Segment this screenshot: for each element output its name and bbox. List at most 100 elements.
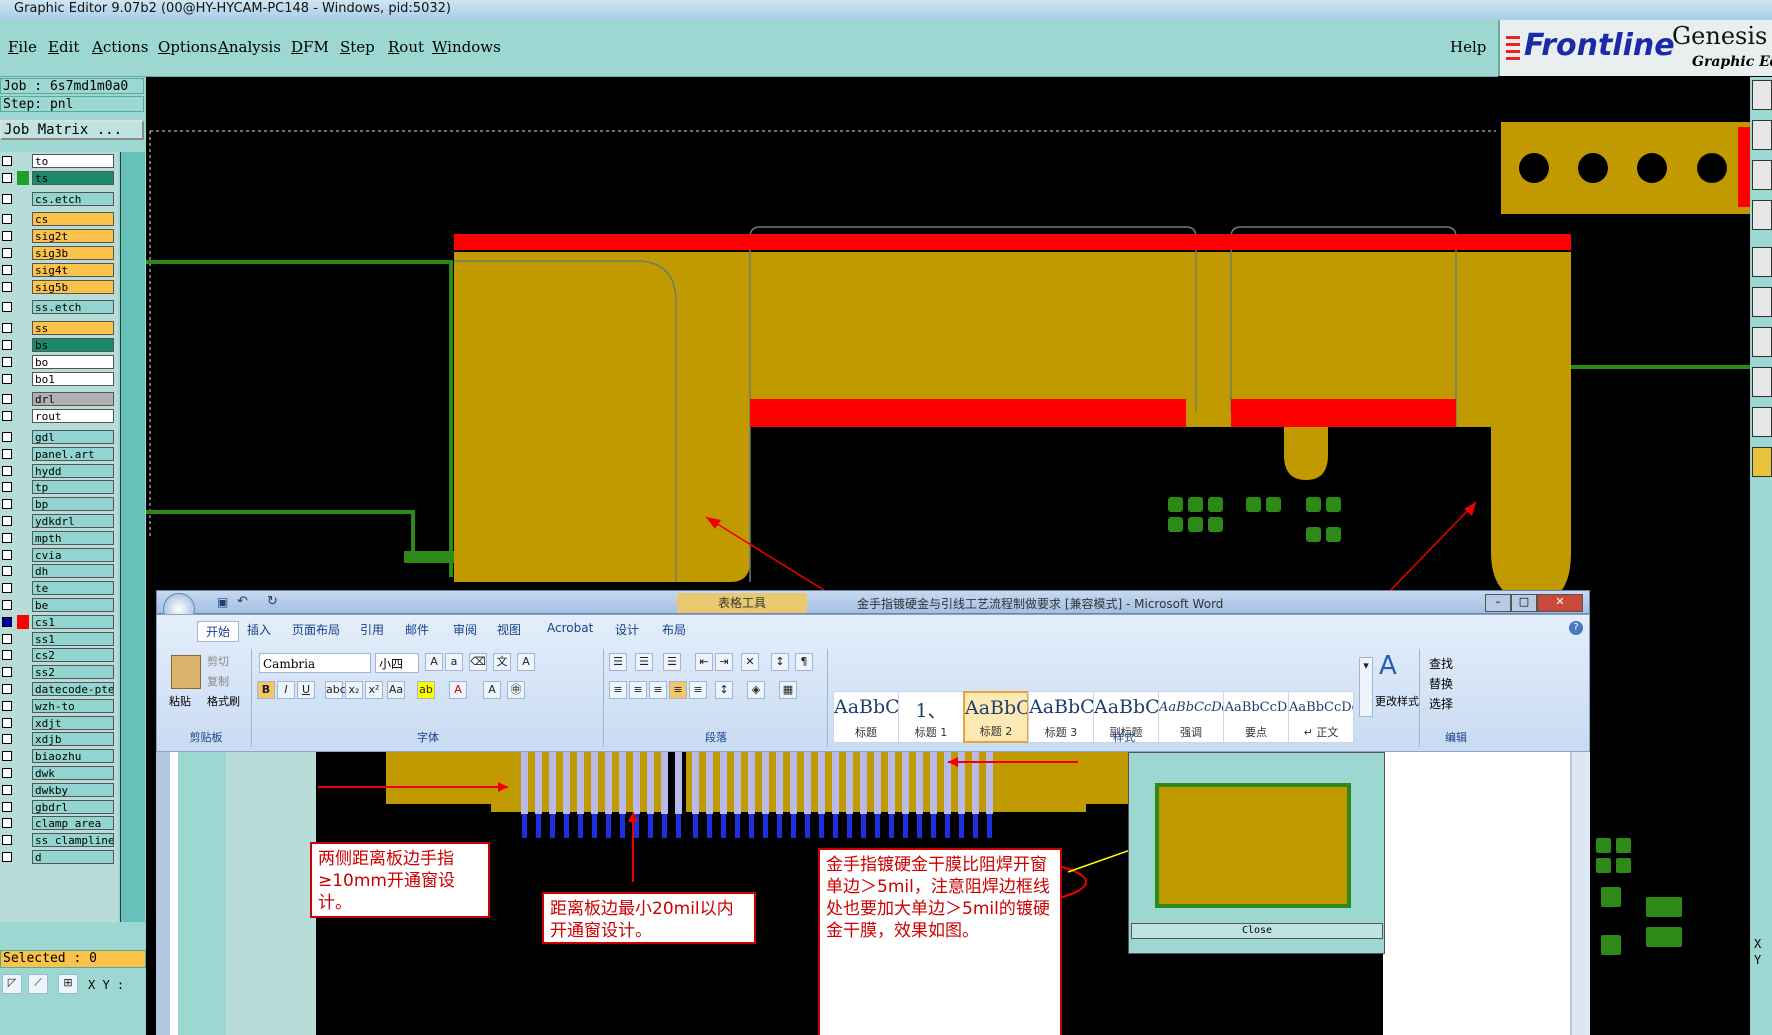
- layer-checkbox[interactable]: [2, 751, 12, 762]
- layer-name[interactable]: sig2t: [32, 229, 114, 244]
- layer-name[interactable]: datecode-pte: [32, 682, 114, 696]
- layer-row[interactable]: cvia: [0, 547, 118, 562]
- ribbon-tab[interactable]: 视图: [497, 621, 521, 638]
- layer-color-swatch[interactable]: [17, 564, 29, 578]
- styles-scroll[interactable]: ▾: [1359, 657, 1373, 717]
- layer-name[interactable]: mpth: [32, 530, 114, 545]
- borders-icon[interactable]: ▦: [779, 681, 797, 699]
- layer-checkbox[interactable]: [2, 499, 12, 510]
- layer-row[interactable]: ss_clampline: [0, 833, 118, 848]
- layer-checkbox[interactable]: [2, 650, 12, 661]
- menu-step[interactable]: Step: [340, 38, 375, 56]
- layer-checkbox[interactable]: [2, 532, 12, 543]
- layer-color-swatch[interactable]: [17, 372, 29, 386]
- layer-color-swatch[interactable]: [17, 699, 29, 713]
- layer-color-swatch[interactable]: [17, 154, 29, 168]
- layer-row[interactable]: sig2t: [0, 229, 118, 244]
- layer-checkbox[interactable]: [2, 600, 12, 610]
- layer-name[interactable]: sig3b: [32, 246, 114, 260]
- justify-icon[interactable]: ≡: [669, 681, 687, 699]
- layer-name[interactable]: dh: [32, 564, 114, 579]
- layer-name[interactable]: bo: [32, 354, 114, 369]
- tool-icon-3[interactable]: [1752, 160, 1772, 190]
- layer-checkbox[interactable]: [2, 302, 12, 313]
- ribbon-tab[interactable]: 开始: [197, 621, 240, 642]
- layer-color-swatch[interactable]: [17, 212, 29, 226]
- layer-row[interactable]: to: [0, 154, 118, 168]
- inset-close-button[interactable]: Close: [1131, 923, 1383, 939]
- select-button[interactable]: 选择: [1429, 695, 1453, 712]
- layer-color-swatch[interactable]: [17, 192, 29, 206]
- layer-color-swatch[interactable]: [17, 648, 29, 662]
- tool-icon-7[interactable]: [1752, 327, 1772, 357]
- layer-name[interactable]: biaozhu: [32, 749, 114, 764]
- layer-row[interactable]: bo: [0, 354, 118, 369]
- layer-row[interactable]: xdjt: [0, 715, 118, 730]
- layer-checkbox[interactable]: [2, 700, 12, 711]
- change-styles-icon[interactable]: A: [1379, 651, 1397, 681]
- layer-name[interactable]: ydkdrl: [32, 514, 114, 528]
- layer-row[interactable]: d: [0, 850, 118, 864]
- layer-color-swatch[interactable]: [17, 246, 29, 260]
- menu-edit[interactable]: Edit: [48, 38, 79, 56]
- layer-checkbox[interactable]: [2, 214, 12, 225]
- maximize-button[interactable]: □: [1511, 594, 1537, 612]
- layer-row[interactable]: cs.etch: [0, 191, 118, 206]
- layer-row[interactable]: cs: [0, 212, 118, 227]
- grow-font-icon[interactable]: A: [425, 653, 443, 671]
- layer-color-swatch[interactable]: [17, 497, 29, 511]
- layer-row[interactable]: rout: [0, 409, 118, 424]
- layer-name[interactable]: be: [32, 598, 114, 612]
- layer-row[interactable]: te: [0, 581, 118, 596]
- menu-rout[interactable]: Rout: [388, 38, 424, 56]
- ribbon-tab[interactable]: 布局: [662, 621, 686, 638]
- layer-row[interactable]: sig5b: [0, 279, 118, 294]
- layer-name[interactable]: cvia: [32, 547, 114, 562]
- layer-checkbox[interactable]: [2, 633, 12, 644]
- tool-icon-6[interactable]: [1752, 287, 1772, 317]
- layer-checkbox[interactable]: [2, 432, 12, 442]
- underline-icon[interactable]: U: [297, 681, 315, 699]
- layer-row[interactable]: cs2: [0, 648, 118, 663]
- menu-windows[interactable]: Windows: [432, 38, 501, 56]
- line-spacing-icon[interactable]: ↕: [715, 681, 733, 699]
- layer-name[interactable]: cs.etch: [32, 191, 114, 206]
- copy-button[interactable]: 复制: [207, 673, 229, 689]
- strikethrough-icon[interactable]: abc: [325, 681, 346, 699]
- layer-name[interactable]: bo1: [32, 371, 114, 386]
- layer-color-swatch[interactable]: [17, 581, 29, 595]
- menu-help[interactable]: Help: [1450, 38, 1486, 56]
- layer-name[interactable]: cs1: [32, 614, 114, 629]
- layer-name[interactable]: ts: [32, 170, 114, 185]
- layer-name[interactable]: cs2: [32, 648, 114, 663]
- layer-color-swatch[interactable]: [17, 447, 29, 461]
- ribbon-tab[interactable]: 页面布局: [292, 621, 340, 638]
- layer-name[interactable]: xdjt: [32, 715, 114, 730]
- layer-row[interactable]: drl: [0, 392, 118, 407]
- layer-color-swatch[interactable]: [17, 321, 29, 335]
- layer-row[interactable]: panel.art: [0, 446, 118, 461]
- layer-checkbox[interactable]: [2, 801, 12, 812]
- paste-button[interactable]: 粘贴: [169, 693, 191, 709]
- layer-color-swatch[interactable]: [17, 300, 29, 314]
- layer-name[interactable]: ss2: [32, 665, 114, 680]
- layer-name[interactable]: dwkby: [32, 782, 114, 797]
- layer-name[interactable]: ss.etch: [32, 300, 114, 315]
- asian-layout-icon[interactable]: ✕: [741, 653, 759, 671]
- menu-analysis[interactable]: Analysis: [218, 38, 281, 56]
- layer-color-swatch[interactable]: [17, 800, 29, 814]
- layer-row[interactable]: tp: [0, 480, 118, 495]
- minimize-button[interactable]: –: [1485, 594, 1511, 612]
- layer-checkbox[interactable]: [2, 482, 12, 493]
- layer-checkbox[interactable]: [2, 516, 12, 526]
- superscript-icon[interactable]: x²: [365, 681, 383, 699]
- layer-row[interactable]: be: [0, 598, 118, 612]
- layer-row[interactable]: dwk: [0, 766, 118, 780]
- layer-name[interactable]: panel.art: [32, 446, 114, 461]
- layer-checkbox[interactable]: [2, 193, 12, 204]
- menu-options[interactable]: Options: [158, 38, 217, 56]
- quick-access-save-icon[interactable]: ▣: [217, 595, 228, 609]
- tool-icon-2[interactable]: [1752, 120, 1772, 150]
- layer-row[interactable]: bp: [0, 497, 118, 512]
- layer-name[interactable]: drl: [32, 392, 114, 407]
